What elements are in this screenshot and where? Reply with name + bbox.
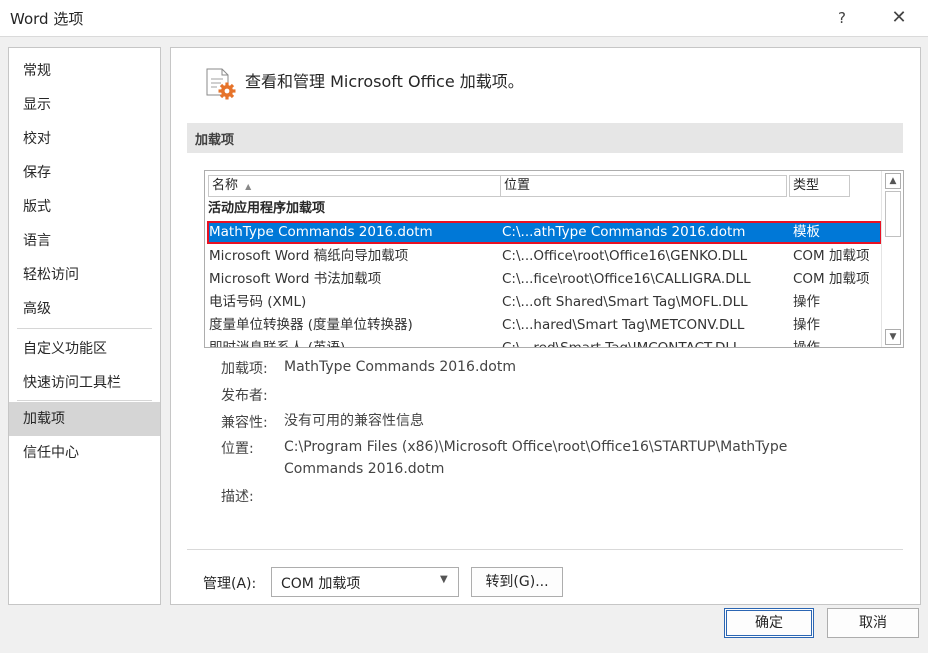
help-button[interactable]: ? <box>830 6 854 30</box>
cell-location: C:\...Office\root\Office16\GENKO.DLL <box>502 248 748 264</box>
cell-name: MathType Commands 2016.dotm <box>209 224 433 240</box>
cell-type: COM 加载项 <box>793 248 870 264</box>
detail-compat-value: 没有可用的兼容性信息 <box>284 413 424 429</box>
title-bar: Word 选项 ? ✕ <box>0 0 928 36</box>
section-header: 加载项 <box>187 123 903 153</box>
column-header-type[interactable]: 类型 <box>789 175 850 197</box>
section-title: 加载项 <box>195 133 235 148</box>
page-title: 查看和管理 Microsoft Office 加载项。 <box>245 72 524 91</box>
column-name-label: 名称 <box>212 178 239 193</box>
options-nav: 常规 显示 校对 保存 版式 语言 轻松访问 高级 自定义功能区 快速访问工具栏… <box>8 47 161 605</box>
cell-location: C:\...hared\Smart Tag\METCONV.DLL <box>502 317 745 333</box>
nav-divider <box>17 400 152 401</box>
manage-label: 管理(A): <box>203 576 257 592</box>
cell-location: C:\...fice\root\Office16\CALLIGRA.DLL <box>502 271 751 287</box>
scroll-thumb[interactable] <box>885 191 901 237</box>
cell-name: 即时消息联系人 (英语) <box>209 340 346 348</box>
nav-item-trust-center[interactable]: 信任中心 <box>9 436 160 470</box>
manage-dropdown[interactable]: COM 加载项 ▼ <box>271 567 459 597</box>
detail-description-label: 描述: <box>221 489 254 505</box>
nav-item-save[interactable]: 保存 <box>9 156 160 190</box>
detail-compat-label: 兼容性: <box>221 415 268 431</box>
chevron-down-icon: ▼ <box>440 574 448 585</box>
table-row[interactable]: 电话号码 (XML) C:\...oft Shared\Smart Tag\MO… <box>207 291 882 314</box>
nav-item-language[interactable]: 语言 <box>9 224 160 258</box>
cell-name: Microsoft Word 稿纸向导加载项 <box>209 248 409 264</box>
table-row[interactable]: MathType Commands 2016.dotm C:\...athTyp… <box>207 221 882 244</box>
detail-addin-label: 加载项: <box>221 361 268 377</box>
nav-item-display[interactable]: 显示 <box>9 88 160 122</box>
nav-item-quick-access-toolbar[interactable]: 快速访问工具栏 <box>9 366 160 400</box>
detail-publisher-label: 发布者: <box>221 388 268 404</box>
cell-name: Microsoft Word 书法加载项 <box>209 271 382 287</box>
dialog-body: 常规 显示 校对 保存 版式 语言 轻松访问 高级 自定义功能区 快速访问工具栏… <box>0 36 928 653</box>
cell-location: C:\...oft Shared\Smart Tag\MOFL.DLL <box>502 294 748 310</box>
cell-type: 操作 <box>793 340 820 348</box>
table-row[interactable]: 即时消息联系人 (英语) C:\...red\Smart Tag\IMCONTA… <box>207 337 882 348</box>
nav-item-advanced[interactable]: 高级 <box>9 292 160 326</box>
addins-panel: 查看和管理 Microsoft Office 加载项。 加载项 名称 ▲ 位置 … <box>170 47 921 605</box>
addins-list[interactable]: 名称 ▲ 位置 类型 活动应用程序加载项 MathType Commands 2… <box>204 170 904 348</box>
nav-item-accessibility[interactable]: 轻松访问 <box>9 258 160 292</box>
detail-location-line2: Commands 2016.dotm <box>284 461 445 477</box>
cancel-button[interactable]: 取消 <box>827 608 919 638</box>
manage-dropdown-value: COM 加载项 <box>281 576 361 592</box>
table-row[interactable]: Microsoft Word 稿纸向导加载项 C:\...Office\root… <box>207 245 882 268</box>
cell-type: 模板 <box>793 224 820 240</box>
cell-location: C:\...athType Commands 2016.dotm <box>502 224 746 240</box>
sort-asc-icon: ▲ <box>245 182 252 191</box>
detail-addin-value: MathType Commands 2016.dotm <box>284 359 516 375</box>
scroll-down-icon[interactable]: ▼ <box>885 329 901 345</box>
list-scrollbar[interactable]: ▲ ▼ <box>881 171 903 347</box>
table-row[interactable]: 度量单位转换器 (度量单位转换器) C:\...hared\Smart Tag\… <box>207 314 882 337</box>
nav-item-general[interactable]: 常规 <box>9 54 160 88</box>
nav-divider <box>17 328 152 329</box>
detail-location-label: 位置: <box>221 441 254 457</box>
nav-item-addins[interactable]: 加载项 <box>9 402 160 436</box>
nav-item-typography[interactable]: 版式 <box>9 190 160 224</box>
window-title: Word 选项 <box>10 10 84 28</box>
close-button[interactable]: ✕ <box>884 6 914 30</box>
nav-item-customize-ribbon[interactable]: 自定义功能区 <box>9 332 160 366</box>
scroll-up-icon[interactable]: ▲ <box>885 173 901 189</box>
cell-type: COM 加载项 <box>793 271 870 287</box>
detail-location-line1: C:\Program Files (x86)\Microsoft Office\… <box>284 439 788 455</box>
group-active-addins: 活动应用程序加载项 <box>208 201 326 216</box>
column-header-location[interactable]: 位置 <box>500 175 787 197</box>
cell-name: 电话号码 (XML) <box>209 294 307 310</box>
cell-name: 度量单位转换器 (度量单位转换器) <box>209 317 413 333</box>
cell-type: 操作 <box>793 317 820 333</box>
cell-location: C:\...red\Smart Tag\IMCONTACT.DLL <box>502 340 741 348</box>
cell-type: 操作 <box>793 294 820 310</box>
ok-button[interactable]: 确定 <box>724 608 814 638</box>
addins-gear-icon <box>206 68 236 100</box>
column-header-name[interactable]: 名称 ▲ <box>208 175 501 197</box>
panel-divider <box>187 549 903 550</box>
goto-button[interactable]: 转到(G)... <box>471 567 563 597</box>
table-row[interactable]: Microsoft Word 书法加载项 C:\...fice\root\Off… <box>207 268 882 291</box>
nav-item-proofing[interactable]: 校对 <box>9 122 160 156</box>
